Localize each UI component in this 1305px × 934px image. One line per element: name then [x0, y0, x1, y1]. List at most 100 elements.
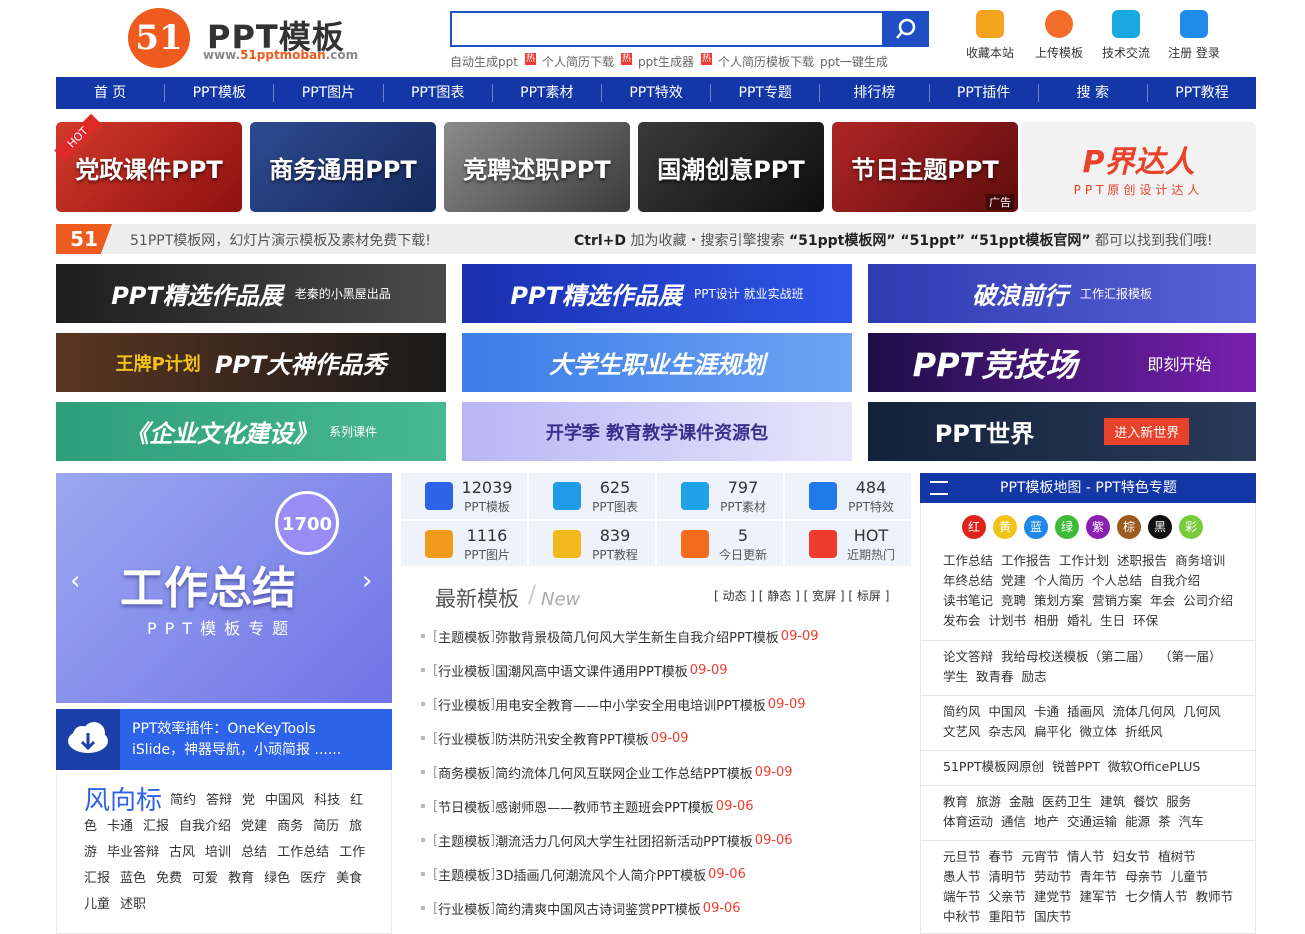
map-link[interactable]: 计划书: [989, 611, 1027, 631]
map-link[interactable]: （第一届）: [1159, 647, 1222, 667]
plugin-link-line1[interactable]: PPT效率插件：OneKeyTools: [132, 718, 316, 738]
map-link[interactable]: 服务: [1166, 792, 1191, 812]
item-category[interactable]: 商务模板: [438, 763, 490, 782]
nav-item[interactable]: PPT图表: [384, 84, 493, 102]
map-link[interactable]: 餐饮: [1133, 792, 1158, 812]
map-link[interactable]: 建筑: [1100, 792, 1125, 812]
map-link[interactable]: 元旦节: [943, 847, 981, 867]
map-link[interactable]: 商务培训: [1175, 551, 1225, 571]
trending-tag[interactable]: 中国风: [265, 793, 304, 808]
trending-tag[interactable]: 工作总结: [277, 845, 329, 860]
map-link[interactable]: 个人简历: [1034, 571, 1084, 591]
list-item[interactable]: [ 节日模板 ] 感谢师恩——教师节主题班会PPT模板 09-06: [421, 789, 921, 823]
map-link[interactable]: 我给母校送模板（第二届）: [1001, 647, 1151, 667]
item-category[interactable]: 行业模板: [438, 695, 490, 714]
category-competition[interactable]: 竞聘述职PPT: [444, 122, 630, 212]
trending-tag[interactable]: 商务: [277, 819, 303, 834]
trending-tag[interactable]: 教育: [228, 871, 254, 886]
map-link[interactable]: 致青春: [976, 667, 1014, 687]
map-link[interactable]: 重阳节: [989, 907, 1027, 927]
item-title[interactable]: 用电安全教育——中小学安全用电培训PPT模板: [495, 695, 766, 714]
map-link[interactable]: 工作计划: [1059, 551, 1109, 571]
nav-item[interactable]: 搜 索: [1039, 84, 1148, 102]
map-link[interactable]: 工作总结: [943, 551, 993, 571]
map-link[interactable]: 教师节: [1196, 887, 1234, 907]
trending-tag[interactable]: 党: [242, 793, 255, 808]
map-link[interactable]: 卡通: [1034, 702, 1059, 722]
map-link[interactable]: 汽车: [1179, 812, 1204, 832]
item-category[interactable]: 行业模板: [438, 661, 490, 680]
map-link[interactable]: 个人总结: [1092, 571, 1142, 591]
map-link[interactable]: 茶: [1158, 812, 1171, 832]
slider-prev-icon[interactable]: ‹: [70, 566, 80, 596]
trending-tag[interactable]: 述职: [120, 897, 146, 912]
upload-button[interactable]: 上传模板: [1029, 10, 1089, 61]
trending-tag[interactable]: 汇报: [143, 819, 169, 834]
map-link[interactable]: 相册: [1034, 611, 1059, 631]
map-link[interactable]: 论文答辩: [943, 647, 993, 667]
trending-tag[interactable]: 培训: [205, 845, 231, 860]
map-link[interactable]: 自我介绍: [1150, 571, 1200, 591]
map-link[interactable]: 励志: [1022, 667, 1047, 687]
map-link[interactable]: 流体几何风: [1113, 702, 1176, 722]
hot-link[interactable]: ppt生成器: [638, 55, 694, 69]
map-link[interactable]: 端午节: [943, 887, 981, 907]
color-filter[interactable]: 紫: [1086, 515, 1110, 539]
item-title[interactable]: 简约流体几何风互联网企业工作总结PPT模板: [495, 763, 753, 782]
map-link[interactable]: 公司介绍: [1183, 591, 1233, 611]
trending-tag[interactable]: 党建: [241, 819, 267, 834]
stat-card[interactable]: 12039 PPT模板: [401, 473, 527, 519]
item-category[interactable]: 主题模板: [438, 627, 490, 646]
nav-item[interactable]: PPT模板: [165, 84, 275, 102]
stat-card[interactable]: 5 今日更新: [657, 520, 783, 566]
item-title[interactable]: 弥散背景极简几何风大学生新生自我介绍PPT模板: [495, 627, 779, 646]
map-link[interactable]: 述职报告: [1117, 551, 1167, 571]
category-pjie-daren[interactable]: P界达人 PPT原创设计达人: [1021, 122, 1256, 212]
map-link[interactable]: 党建: [1001, 571, 1026, 591]
nav-item[interactable]: PPT专题: [711, 84, 821, 102]
color-filter[interactable]: 黑: [1148, 515, 1172, 539]
nav-item[interactable]: PPT插件: [930, 84, 1039, 102]
hot-link[interactable]: 个人简历下载: [542, 55, 614, 69]
map-link[interactable]: 几何风: [1183, 702, 1221, 722]
map-link[interactable]: 妇女节: [1113, 847, 1151, 867]
list-item[interactable]: [ 主题模板 ] 潮流活力几何风大学生社团招新活动PPT模板 09-06: [421, 823, 921, 857]
map-link[interactable]: 国庆节: [1034, 907, 1072, 927]
map-link[interactable]: 婚礼: [1067, 611, 1092, 631]
map-link[interactable]: 扁平化: [1034, 722, 1072, 742]
map-link[interactable]: 杂志风: [989, 722, 1027, 742]
category-business[interactable]: 商务通用PPT: [250, 122, 436, 212]
trending-tag[interactable]: 古风: [169, 845, 195, 860]
item-title[interactable]: 简约清爽中国风古诗词鉴赏PPT模板: [495, 899, 701, 918]
color-filter[interactable]: 绿: [1055, 515, 1079, 539]
map-link[interactable]: 儿童节: [1171, 867, 1209, 887]
trending-tag[interactable]: 蓝色: [120, 871, 146, 886]
trending-tag[interactable]: 医疗: [300, 871, 326, 886]
map-link[interactable]: 七夕情人节: [1125, 887, 1188, 907]
map-link[interactable]: 年会: [1150, 591, 1175, 611]
map-link[interactable]: 青年节: [1080, 867, 1118, 887]
map-link[interactable]: 能源: [1125, 812, 1150, 832]
map-link[interactable]: 清明节: [989, 867, 1027, 887]
promo-banner-8[interactable]: 开学季 教育教学课件资源包: [462, 402, 852, 461]
item-title[interactable]: 防洪防汛安全教育PPT模板: [495, 729, 649, 748]
item-title[interactable]: 感谢师恩——教师节主题班会PPT模板: [495, 797, 714, 816]
item-category[interactable]: 主题模板: [438, 831, 490, 850]
item-category[interactable]: 主题模板: [438, 865, 490, 884]
promo-banner-6[interactable]: PPT竞技场 即刻开始: [868, 333, 1256, 392]
trending-tag[interactable]: 答辩: [206, 793, 232, 808]
list-item[interactable]: [ 行业模板 ] 国潮风高中语文课件通用PPT模板 09-09: [421, 653, 921, 687]
category-guochao[interactable]: 国潮创意PPT: [638, 122, 824, 212]
map-link[interactable]: 生日: [1100, 611, 1125, 631]
color-filter[interactable]: 蓝: [1024, 515, 1048, 539]
promo-banner-2[interactable]: PPT精选作品展 PPT设计 就业实战班: [462, 264, 852, 323]
chat-button[interactable]: 技术交流: [1096, 10, 1156, 61]
map-link[interactable]: 交通运输: [1067, 812, 1117, 832]
map-link[interactable]: 地产: [1034, 812, 1059, 832]
promo-banner-5[interactable]: 大学生职业生涯规划: [462, 333, 852, 392]
map-link[interactable]: 文艺风: [943, 722, 981, 742]
color-filter[interactable]: 黄: [993, 515, 1017, 539]
site-logo-badge[interactable]: 51: [128, 8, 190, 68]
trending-tag[interactable]: 绿色: [264, 871, 290, 886]
stat-card[interactable]: 797 PPT素材: [657, 473, 783, 519]
